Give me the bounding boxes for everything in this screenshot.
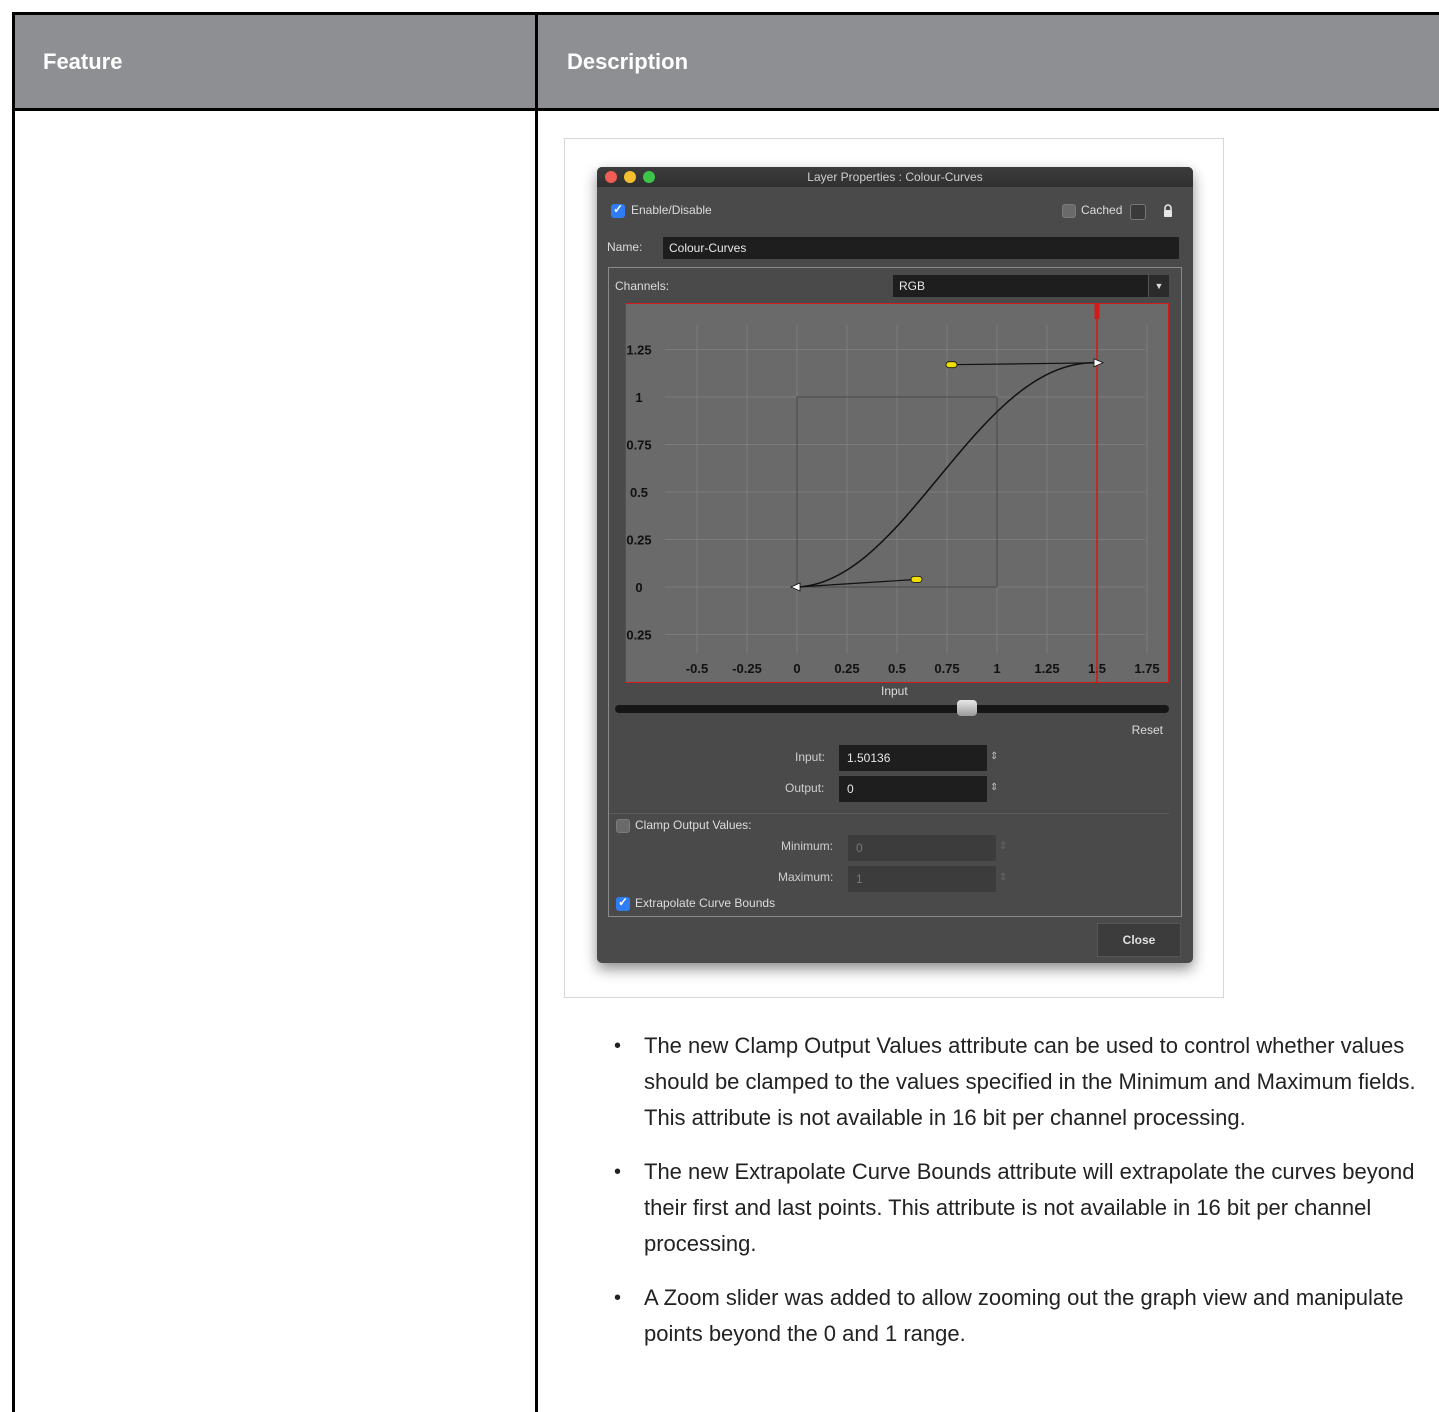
reset-button[interactable]: Reset <box>1132 723 1163 737</box>
minimum-label: Minimum: <box>781 839 834 853</box>
close-button[interactable]: Close <box>1097 923 1181 957</box>
name-label: Name: <box>607 240 643 254</box>
clamp-checkbox[interactable] <box>616 819 630 833</box>
x-tick-label: -0.25 <box>732 661 762 676</box>
x-tick-label: 1.75 <box>1134 661 1159 676</box>
header-description: Description <box>567 49 689 74</box>
x-tick-label: 0.25 <box>834 661 859 676</box>
x-tick-label: 0.75 <box>934 661 959 676</box>
x-tick-label: 0.5 <box>888 661 906 676</box>
cached-toggle[interactable] <box>1130 204 1146 220</box>
cached-checkbox[interactable] <box>1062 204 1076 218</box>
enable-checkbox[interactable] <box>611 202 625 218</box>
zoom-slider[interactable] <box>615 700 1169 716</box>
minimum-stepper-icon[interactable]: ⇕ <box>999 841 1007 852</box>
zoom-slider-knob[interactable] <box>957 700 977 716</box>
extrapolate-label: Extrapolate Curve Bounds <box>635 896 776 910</box>
enable-label: Enable/Disable <box>631 203 712 217</box>
title-bar: Layer Properties : Colour-Curves <box>597 167 1193 187</box>
x-tick-label: 0 <box>793 661 800 676</box>
y-tick-label: 0.25 <box>626 628 651 643</box>
clamp-label: Clamp Output Values: <box>635 818 752 832</box>
input-label: Input: <box>795 750 826 764</box>
bezier-handle <box>945 361 958 369</box>
lock-icon[interactable] <box>1161 203 1175 219</box>
output-label: Output: <box>785 781 825 795</box>
input-stepper-icon[interactable]: ⇕ <box>990 751 998 762</box>
layer-properties-dialog: Layer Properties : Colour-Curves Enable/… <box>597 167 1193 963</box>
curve-graph[interactable]: -0.5 -0.25 0 0.25 0.5 0.75 1 1.25 1.5 1.751.2510.… <box>625 303 1169 683</box>
chevron-down-icon[interactable]: ▼ <box>1148 275 1169 297</box>
table-header-row: Feature Description <box>15 15 1439 111</box>
y-tick-label: 0.25 <box>626 533 651 548</box>
y-tick-label: 1.25 <box>626 343 651 358</box>
input-field[interactable]: 1.50136 <box>839 745 987 771</box>
extrapolate-checkbox[interactable] <box>616 895 630 911</box>
bezier-handle <box>910 575 923 583</box>
channels-label: Channels: <box>615 279 670 293</box>
y-tick-label: 0 <box>635 580 642 595</box>
maximum-label: Maximum: <box>778 870 834 884</box>
header-feature: Feature <box>43 49 123 74</box>
input-cursor-marker <box>1094 303 1100 319</box>
column-divider <box>535 15 538 1412</box>
window-title: Layer Properties : Colour-Curves <box>807 170 983 184</box>
channels-select-value: RGB <box>899 279 926 293</box>
maximum-field[interactable]: 1 <box>848 866 996 892</box>
x-axis-title: Input <box>881 684 908 698</box>
output-stepper-icon[interactable]: ⇕ <box>990 782 998 793</box>
name-field[interactable]: Colour-Curves <box>663 237 1179 259</box>
y-tick-label: 0.5 <box>630 485 648 500</box>
x-tick-label: 1.25 <box>1034 661 1059 676</box>
list-item: The new Extrapolate Curve Bounds attribu… <box>610 1154 1420 1262</box>
output-field[interactable]: 0 <box>839 776 987 802</box>
maximum-stepper-icon[interactable]: ⇕ <box>999 872 1007 883</box>
y-tick-label: 0.75 <box>626 438 651 453</box>
minimum-field[interactable]: 0 <box>848 835 996 861</box>
description-bullets: The new Clamp Output Values attribute ca… <box>610 1028 1420 1370</box>
list-item: A Zoom slider was added to allow zooming… <box>610 1280 1420 1352</box>
divider <box>609 813 1169 814</box>
cached-label: Cached <box>1081 203 1123 217</box>
list-item: The new Clamp Output Values attribute ca… <box>610 1028 1420 1136</box>
y-tick-label: 1 <box>635 390 642 405</box>
dialog-screenshot-frame: Layer Properties : Colour-Curves Enable/… <box>564 138 1224 998</box>
channels-select[interactable]: RGB ▼ <box>893 275 1169 297</box>
x-tick-label: -0.5 <box>686 661 708 676</box>
x-tick-label: 1 <box>993 661 1000 676</box>
